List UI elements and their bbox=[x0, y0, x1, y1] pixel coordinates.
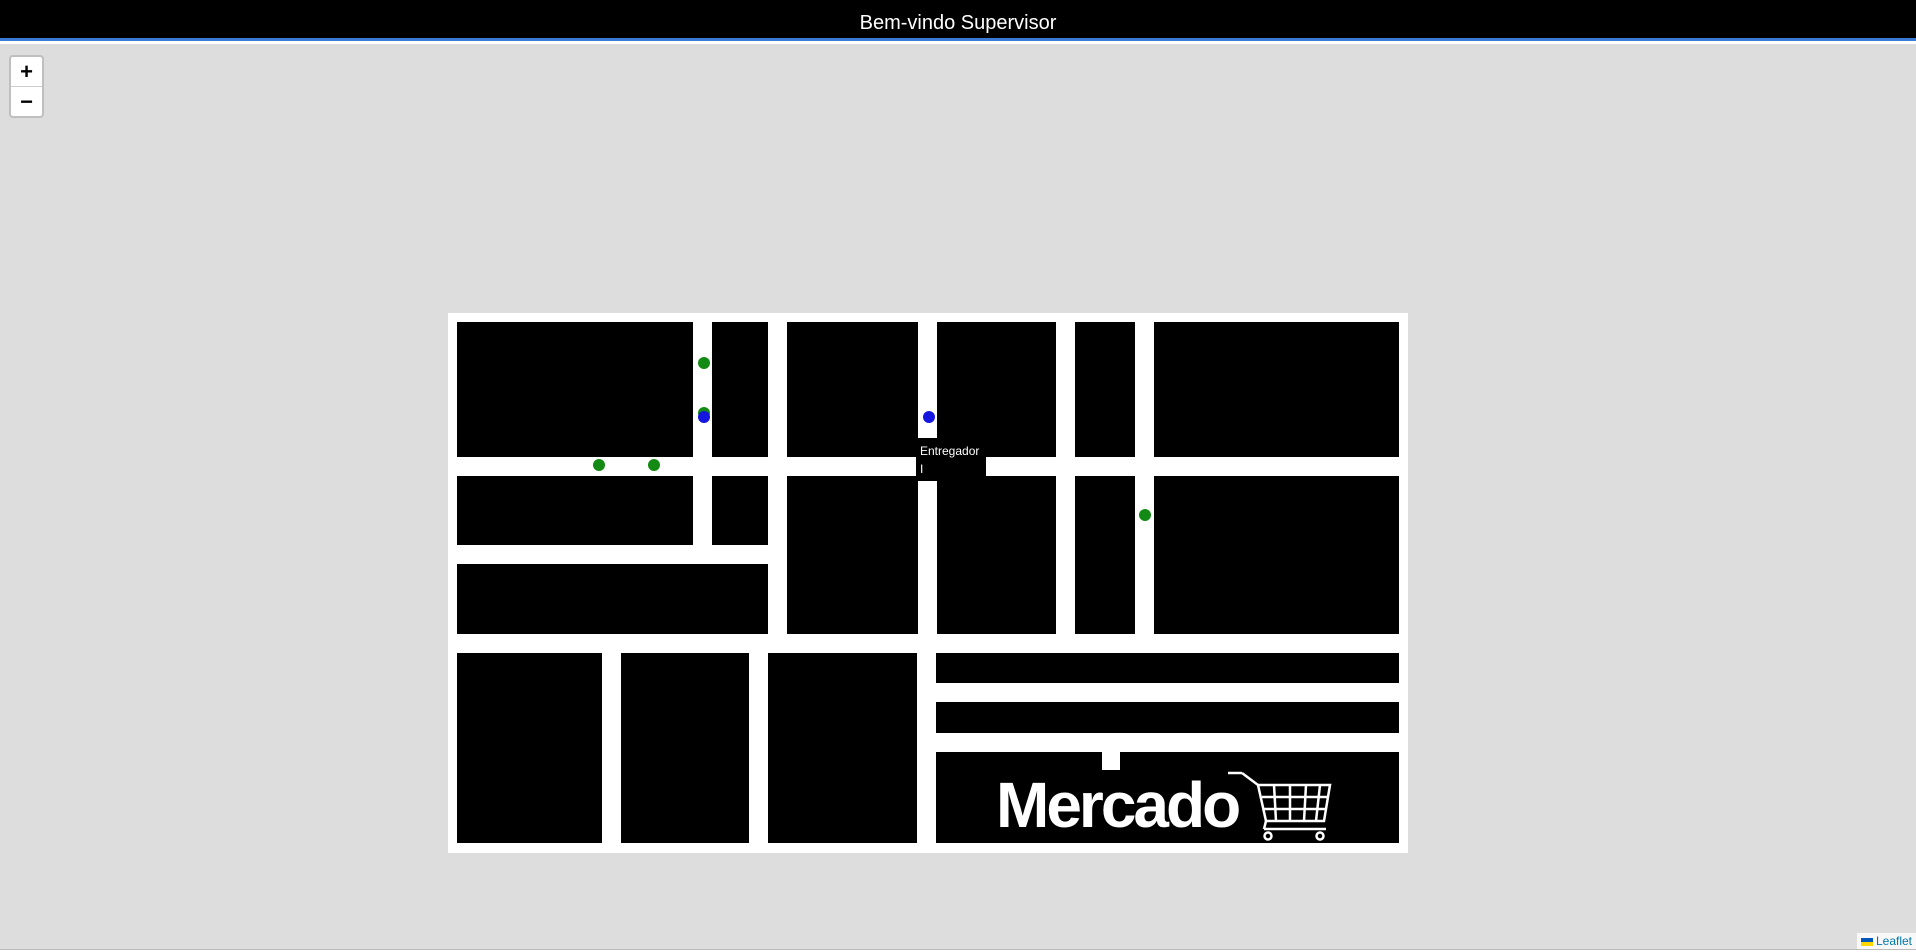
store-logo-text: Mercado bbox=[996, 769, 1241, 841]
marker-tooltip: Entregador I bbox=[916, 438, 986, 481]
page-title: Bem-vindo Supervisor bbox=[859, 12, 1057, 34]
shelf-block bbox=[621, 653, 749, 843]
shelf-block bbox=[937, 322, 1056, 457]
shelf-block bbox=[768, 653, 917, 843]
map-marker-green[interactable] bbox=[698, 357, 710, 369]
map-marker-green[interactable] bbox=[648, 459, 660, 471]
map-marker-green[interactable] bbox=[593, 459, 605, 471]
attribution-link[interactable]: Leaflet bbox=[1876, 934, 1912, 948]
shelf-block bbox=[937, 476, 1056, 634]
shelf-block bbox=[936, 702, 1399, 733]
ukraine-flag-icon bbox=[1860, 937, 1873, 946]
shelf-block bbox=[457, 564, 768, 634]
shelf-block bbox=[457, 476, 693, 545]
tooltip-title: Entregador bbox=[920, 444, 980, 458]
shelf-block bbox=[712, 476, 768, 545]
shopping-cart-icon bbox=[1228, 771, 1332, 841]
store-floor-plan: Mercado Entregador I bbox=[448, 313, 1408, 853]
shelf-block bbox=[1075, 322, 1135, 457]
map-marker-green[interactable] bbox=[1139, 509, 1151, 521]
shelf-block bbox=[1075, 476, 1135, 634]
zoom-in-button[interactable]: + bbox=[11, 57, 42, 87]
shelf-block bbox=[787, 476, 918, 634]
shelf-block bbox=[936, 653, 1399, 683]
page-header: Bem-vindo Supervisor bbox=[0, 0, 1916, 41]
map-container[interactable]: + − Mercado Entregador I Leaflet bbox=[0, 44, 1916, 950]
shelf-block bbox=[457, 322, 693, 457]
shelf-block bbox=[787, 322, 918, 457]
shelf-block bbox=[712, 322, 768, 457]
tooltip-subtitle: I bbox=[920, 462, 924, 476]
map-marker-blue[interactable] bbox=[698, 411, 710, 423]
map-attribution: Leaflet bbox=[1856, 933, 1916, 949]
shelf-block bbox=[457, 653, 602, 843]
zoom-out-button[interactable]: − bbox=[11, 87, 42, 116]
shelf-block bbox=[1154, 476, 1399, 634]
shelf-block bbox=[1154, 322, 1399, 457]
map-marker-blue[interactable] bbox=[923, 411, 935, 423]
zoom-control: + − bbox=[9, 55, 44, 118]
